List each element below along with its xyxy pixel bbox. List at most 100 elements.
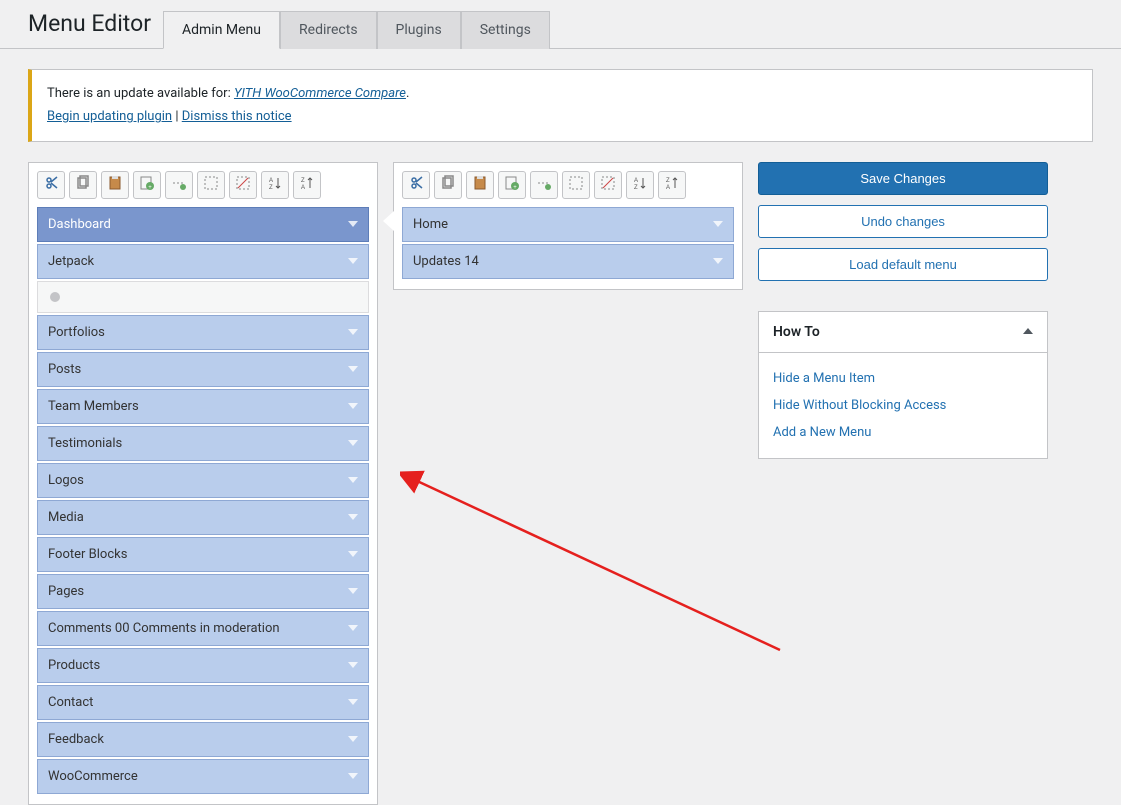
menu-item[interactable]: Home xyxy=(402,207,734,242)
menu-item[interactable]: WooCommerce xyxy=(37,759,369,794)
menu-item[interactable]: Team Members xyxy=(37,389,369,424)
expand-arrow-icon[interactable] xyxy=(348,773,358,779)
cut-icon xyxy=(43,175,59,194)
expand-arrow-icon[interactable] xyxy=(348,221,358,227)
menu-item[interactable]: Jetpack xyxy=(37,244,369,279)
copy-button[interactable] xyxy=(69,171,97,199)
sort-za-icon: ZA xyxy=(664,175,680,194)
sort-za-button[interactable]: ZA xyxy=(293,171,321,199)
menu-item[interactable]: Logos xyxy=(37,463,369,498)
expand-arrow-icon[interactable] xyxy=(713,221,723,227)
expand-arrow-icon[interactable] xyxy=(348,329,358,335)
menu-separator[interactable] xyxy=(37,281,369,313)
copy-button[interactable] xyxy=(434,171,462,199)
sort-az-icon: AZ xyxy=(632,175,648,194)
tab-settings[interactable]: Settings xyxy=(461,11,550,49)
paste-icon xyxy=(107,175,123,194)
toolbar-left: +AZZA xyxy=(37,171,369,199)
menu-item-label: Pages xyxy=(48,584,84,599)
new-sep-icon xyxy=(171,175,187,194)
menu-item-label: Feedback xyxy=(48,732,104,747)
menu-item-label: Team Members xyxy=(48,399,139,414)
expand-arrow-icon[interactable] xyxy=(348,551,358,557)
tab-redirects[interactable]: Redirects xyxy=(280,11,377,49)
how-to-link[interactable]: Hide a Menu Item xyxy=(773,365,1033,392)
dismiss-notice-link[interactable]: Dismiss this notice xyxy=(182,109,292,124)
expand-arrow-icon[interactable] xyxy=(348,366,358,372)
paste-button[interactable] xyxy=(466,171,494,199)
expand-arrow-icon[interactable] xyxy=(348,403,358,409)
menu-item[interactable]: Comments 00 Comments in moderation xyxy=(37,611,369,646)
menu-item[interactable]: Products xyxy=(37,648,369,683)
expand-arrow-icon[interactable] xyxy=(348,258,358,264)
notice-prefix: There is an update available for: xyxy=(47,86,234,101)
menu-item[interactable]: Media xyxy=(37,500,369,535)
sort-az-button[interactable]: AZ xyxy=(261,171,289,199)
menu-item-label: Jetpack xyxy=(48,254,94,269)
expand-arrow-icon[interactable] xyxy=(348,514,358,520)
svg-text:A: A xyxy=(269,178,273,184)
paste-button[interactable] xyxy=(101,171,129,199)
menu-item-label: Home xyxy=(413,217,448,232)
hide-button[interactable] xyxy=(229,171,257,199)
new-button[interactable]: + xyxy=(498,171,526,199)
how-to-link[interactable]: Add a New Menu xyxy=(773,419,1033,446)
menu-item-label: Comments 00 Comments in moderation xyxy=(48,621,280,636)
load-default-button[interactable]: Load default menu xyxy=(758,248,1048,281)
menu-item[interactable]: Posts xyxy=(37,352,369,387)
copy-icon xyxy=(75,175,91,194)
tab-admin-menu[interactable]: Admin Menu xyxy=(163,11,280,49)
show-button[interactable] xyxy=(197,171,225,199)
expand-arrow-icon[interactable] xyxy=(348,625,358,631)
new-sep-button[interactable] xyxy=(165,171,193,199)
separator-handle-icon xyxy=(50,292,60,302)
new-sep-button[interactable] xyxy=(530,171,558,199)
expand-arrow-icon[interactable] xyxy=(348,736,358,742)
svg-text:Z: Z xyxy=(666,178,670,184)
expand-arrow-icon[interactable] xyxy=(713,258,723,264)
toolbar-right: +AZZA xyxy=(402,171,734,199)
menu-item[interactable]: Pages xyxy=(37,574,369,609)
hide-button[interactable] xyxy=(594,171,622,199)
collapse-icon[interactable] xyxy=(1023,324,1033,340)
notice-plugin-link[interactable]: YITH WooCommerce Compare xyxy=(234,86,406,101)
svg-text:+: + xyxy=(148,185,152,191)
begin-updating-link[interactable]: Begin updating plugin xyxy=(47,109,172,124)
menu-item[interactable]: Footer Blocks xyxy=(37,537,369,572)
show-icon xyxy=(203,175,219,194)
menu-item[interactable]: Testimonials xyxy=(37,426,369,461)
new-button[interactable]: + xyxy=(133,171,161,199)
cut-button[interactable] xyxy=(37,171,65,199)
menu-item-label: Media xyxy=(48,510,84,525)
svg-text:Z: Z xyxy=(301,178,305,184)
expand-arrow-icon[interactable] xyxy=(348,588,358,594)
expand-arrow-icon[interactable] xyxy=(348,699,358,705)
menu-item-label: Posts xyxy=(48,362,81,377)
menu-column-left: +AZZA DashboardJetpackPortfoliosPostsTea… xyxy=(28,162,378,805)
menu-item-label: WooCommerce xyxy=(48,769,138,784)
menu-item[interactable]: Feedback xyxy=(37,722,369,757)
tab-plugins[interactable]: Plugins xyxy=(377,11,461,49)
menu-item[interactable]: Contact xyxy=(37,685,369,720)
expand-arrow-icon[interactable] xyxy=(348,440,358,446)
update-notice: There is an update available for: YITH W… xyxy=(28,69,1093,142)
undo-button[interactable]: Undo changes xyxy=(758,205,1048,238)
cut-button[interactable] xyxy=(402,171,430,199)
show-button[interactable] xyxy=(562,171,590,199)
menu-item[interactable]: Portfolios xyxy=(37,315,369,350)
expand-arrow-icon[interactable] xyxy=(348,662,358,668)
sort-az-button[interactable]: AZ xyxy=(626,171,654,199)
svg-text:Z: Z xyxy=(269,185,273,191)
svg-text:A: A xyxy=(634,178,638,184)
menu-item[interactable]: Dashboard xyxy=(37,207,369,242)
menu-item-label: Dashboard xyxy=(48,217,111,232)
menu-item[interactable]: Updates 14 xyxy=(402,244,734,279)
save-button[interactable]: Save Changes xyxy=(758,162,1048,195)
how-to-link[interactable]: Hide Without Blocking Access xyxy=(773,392,1033,419)
svg-text:Z: Z xyxy=(634,185,638,191)
paste-icon xyxy=(472,175,488,194)
new-icon: + xyxy=(139,175,155,194)
svg-text:+: + xyxy=(513,185,517,191)
expand-arrow-icon[interactable] xyxy=(348,477,358,483)
sort-za-button[interactable]: ZA xyxy=(658,171,686,199)
